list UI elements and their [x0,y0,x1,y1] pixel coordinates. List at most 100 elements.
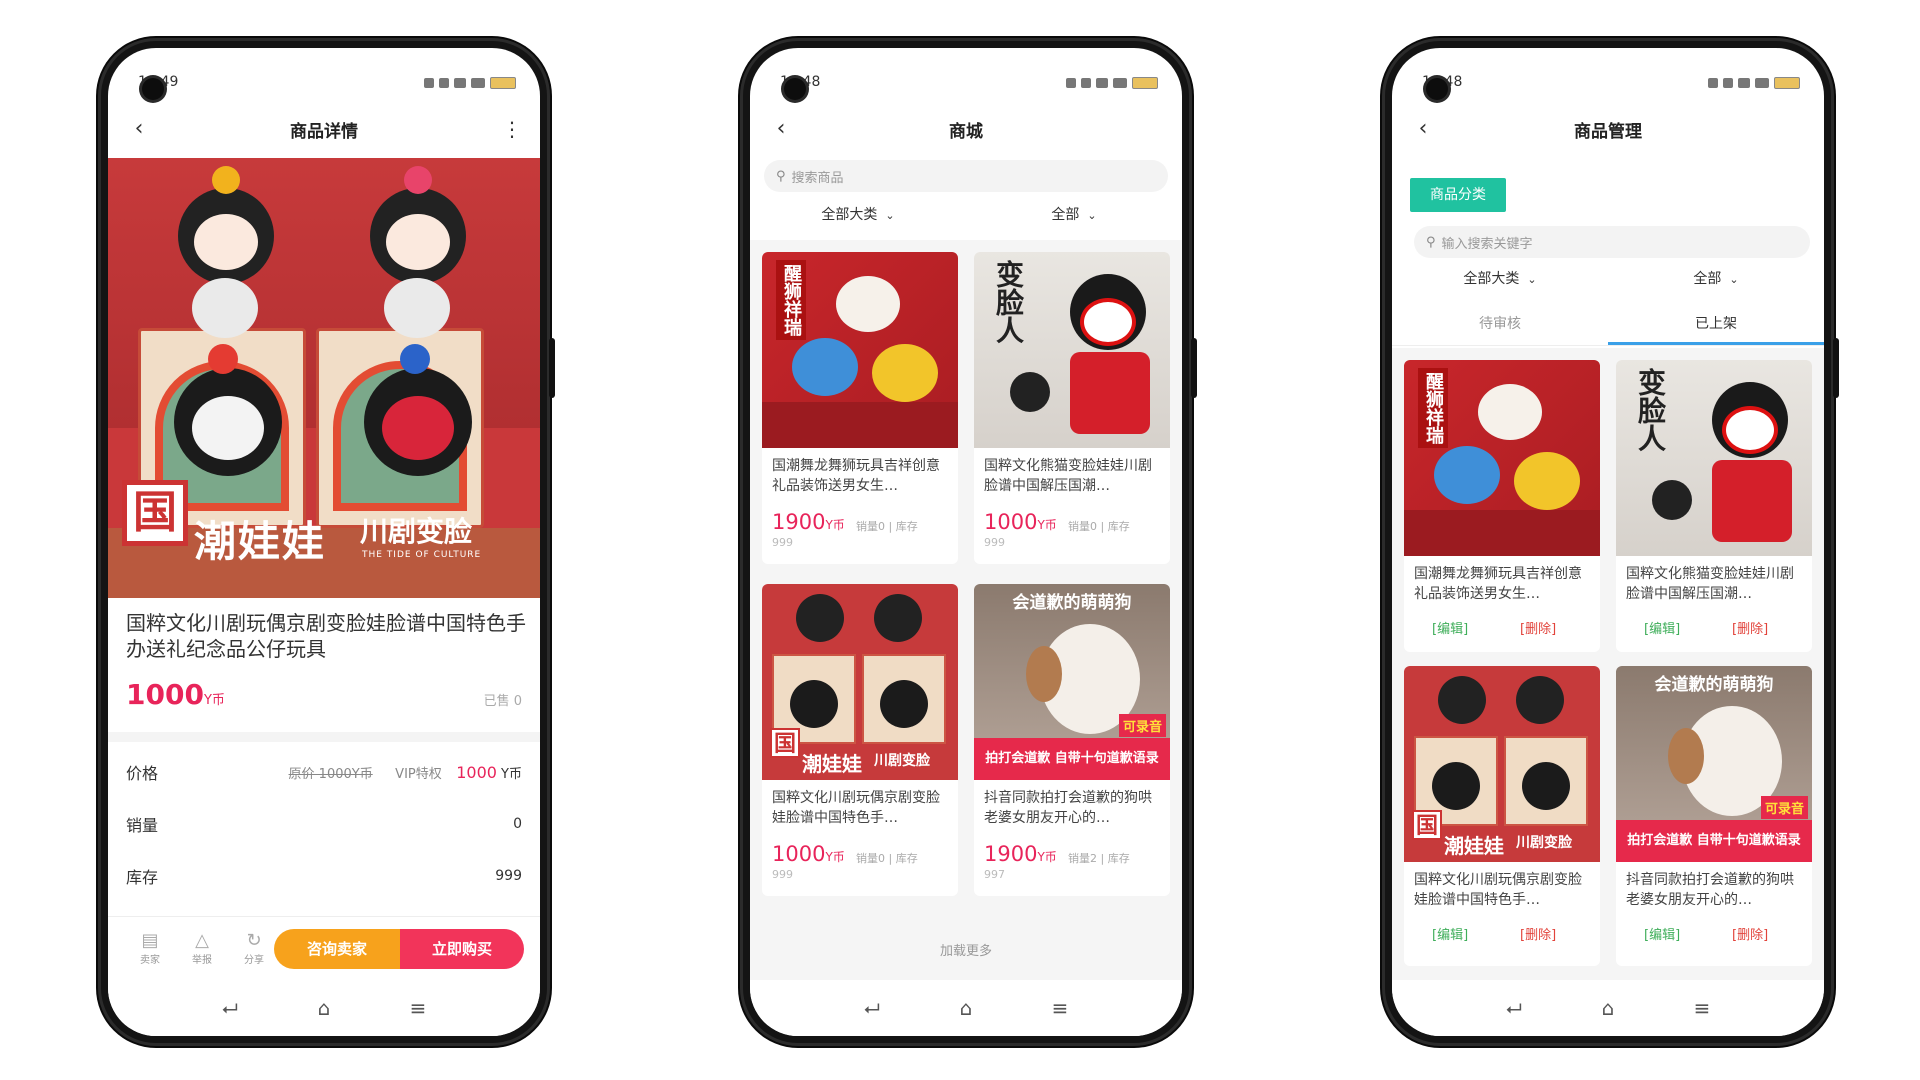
product-grid: 醒狮祥瑞 国潮舞龙舞狮玩具吉祥创意礼品装饰送男女生… [编辑] [删除] 变脸人 [1392,348,1824,980]
consult-seller-button[interactable]: 咨询卖家 [274,929,400,969]
signal-icon [471,78,485,88]
warning-icon: △ [195,930,209,951]
search-input[interactable]: ⚲ 输入搜索关键字 [1414,226,1810,258]
page-title: 商品管理 [1574,121,1642,142]
doll-face-3 [192,396,264,460]
product-card[interactable]: 国 潮娃娃 川剧变脸 国粹文化川剧玩偶京剧变脸娃脸谱中国特色手… 1000Y币 … [762,584,958,896]
mute-icon [439,78,449,88]
stock-row-label: 库存 [126,868,159,887]
delete-button[interactable]: [删除] [1732,618,1768,637]
nav-back-icon[interactable]: ⮠ [858,996,886,1020]
status-filter[interactable]: 全部 ⌄ [1608,262,1824,296]
lion-vertical-text: 醒狮祥瑞 [776,260,806,340]
status-icons [1066,77,1158,89]
search-input[interactable]: ⚲ 搜索商品 [764,160,1168,192]
share-button[interactable]: ↻ 分享 [228,930,280,967]
back-icon[interactable]: ‹ [126,116,152,142]
status-filter[interactable]: 全部 ⌄ [966,198,1182,232]
product-meta: 销量0 | 库存 [856,520,918,533]
nav-home-icon[interactable]: ⌂ [952,996,980,1020]
status-icons [424,77,516,89]
nav-home-icon[interactable]: ⌂ [310,996,338,1020]
nav-bar: ‹ 商品详情 ⋮ [108,104,540,154]
back-icon[interactable]: ‹ [1410,116,1436,142]
hero-slogan: 潮娃娃 [194,517,327,566]
product-image-opera: 国 潮娃娃 川剧变脸 [1404,666,1600,862]
tab-pending[interactable]: 待审核 [1392,304,1608,345]
price-value: 1000 [772,842,826,866]
product-name: 抖音同款拍打会道歉的狗哄老婆女朋友开心的… [984,790,1152,826]
product-stock: 999 [772,868,793,881]
nav-menu-icon[interactable]: ≡ [1688,996,1716,1020]
delete-button[interactable]: [删除] [1732,924,1768,943]
edit-button[interactable]: [编辑] [1432,924,1468,943]
delete-button[interactable]: [删除] [1520,618,1556,637]
lion-vertical-text: 醒狮祥瑞 [1418,368,1448,448]
nav-menu-icon[interactable]: ≡ [404,996,432,1020]
dog-ear [1026,646,1062,702]
opera-slogan-2: 川剧变脸 [874,753,930,769]
front-camera [1426,78,1448,100]
screen-product-detail: 11:49 ‹ 商品详情 ⋮ [108,48,540,1036]
category-filter[interactable]: 全部大类 ⌄ [750,198,966,232]
buy-now-button[interactable]: 立即购买 [400,929,524,969]
product-hero-image[interactable]: 国 潮娃娃 川剧变脸 THE TIDE OF CULTURE [108,158,540,598]
product-card[interactable]: 国 潮娃娃 川剧变脸 国粹文化川剧玩偶京剧变脸娃脸谱中国特色手… [编辑] [删… [1404,666,1600,966]
product-card[interactable]: 变脸人 国粹文化熊猫变脸娃娃川剧脸谱中国解压国潮… [编辑] [删除] [1616,360,1812,652]
category-button[interactable]: 商品分类 [1410,178,1506,212]
hd-icon [1096,78,1108,88]
alarm-icon [424,78,434,88]
nav-back-icon[interactable]: ⮠ [1500,996,1528,1020]
hero-guo-logo: 国 [122,480,188,546]
chevron-down-icon: ⌄ [1729,273,1739,286]
seller-button[interactable]: ▤ 卖家 [124,931,176,967]
signal-icon [1755,78,1769,88]
tab-listed[interactable]: 已上架 [1608,304,1824,345]
nav-home-icon[interactable]: ⌂ [1594,996,1622,1020]
price-unit: Y币 [825,518,845,532]
battery-icon [1774,77,1800,89]
product-stock: 999 [772,536,793,549]
opera-head-2 [1516,676,1564,724]
mask-small-doll [1010,372,1050,412]
category-filter[interactable]: 全部大类 ⌄ [1392,262,1608,296]
opera-head-1 [796,594,844,642]
nav-back-icon[interactable]: ⮠ [216,996,244,1020]
nav-bar: ‹ 商城 [750,104,1182,154]
sold-count: 已售 0 [483,694,522,709]
dog-top-text: 会道歉的萌萌狗 [1654,675,1774,695]
doll-pompom-2 [404,166,432,194]
load-more[interactable]: 加载更多 [750,940,1182,959]
back-icon[interactable]: ‹ [768,116,794,142]
share-icon: ↻ [246,930,262,951]
phone-product-detail: 11:49 ‹ 商品详情 ⋮ [98,38,555,1046]
edit-button[interactable]: [编辑] [1644,924,1680,943]
edit-button[interactable]: [编辑] [1644,618,1680,637]
product-name: 国粹文化熊猫变脸娃娃川剧脸谱中国解压国潮… [984,458,1152,494]
opera-slogan: 潮娃娃 [1444,834,1504,858]
chevron-down-icon: ⌄ [885,209,895,222]
product-card[interactable]: 醒狮祥瑞 国潮舞龙舞狮玩具吉祥创意礼品装饰送男女生… [编辑] [删除] [1404,360,1600,652]
product-card[interactable]: 变脸人 国粹文化熊猫变脸娃娃川剧脸谱中国解压国潮… 1000Y币 销量0 | 库… [974,252,1170,564]
lion-head-top [1478,384,1542,440]
nav-menu-icon[interactable]: ≡ [1046,996,1074,1020]
product-image-lion: 醒狮祥瑞 [1404,360,1600,556]
dog-banner-2: 自带十句道歉语录 [1054,751,1159,766]
vip-price: 1000 [456,762,497,782]
opera-guo-logo: 国 [1412,810,1442,840]
price-unit: Y币 [1037,518,1057,532]
more-options-icon[interactable]: ⋮ [502,116,522,142]
price-unit: Y币 [203,693,225,708]
product-card[interactable]: 醒狮祥瑞 国潮舞龙舞狮玩具吉祥创意礼品装饰送男女生… 1900Y币 销量0 | … [762,252,958,564]
front-camera [142,78,164,100]
product-card[interactable]: 会道歉的萌萌狗 拍打会道歉 自带十句道歉语录 可录音 抖音同款拍打会道歉的狗哄老… [974,584,1170,896]
report-button[interactable]: △ 举报 [176,930,228,967]
dog-banner-1: 拍打会道歉 [1627,833,1693,848]
doll-face-4 [382,396,454,460]
status-filter-label: 全部 [1693,271,1722,287]
opera-head-4 [880,680,928,728]
delete-button[interactable]: [删除] [1520,924,1556,943]
edit-button[interactable]: [编辑] [1432,618,1468,637]
screen-mall: 11:48 ‹ 商城 ⚲ 搜索商品 全部大类 ⌄ 全部 ⌄ [750,48,1182,1036]
product-card[interactable]: 会道歉的萌萌狗 拍打会道歉 自带十句道歉语录 可录音 抖音同款拍打会道歉的狗哄老… [1616,666,1812,966]
